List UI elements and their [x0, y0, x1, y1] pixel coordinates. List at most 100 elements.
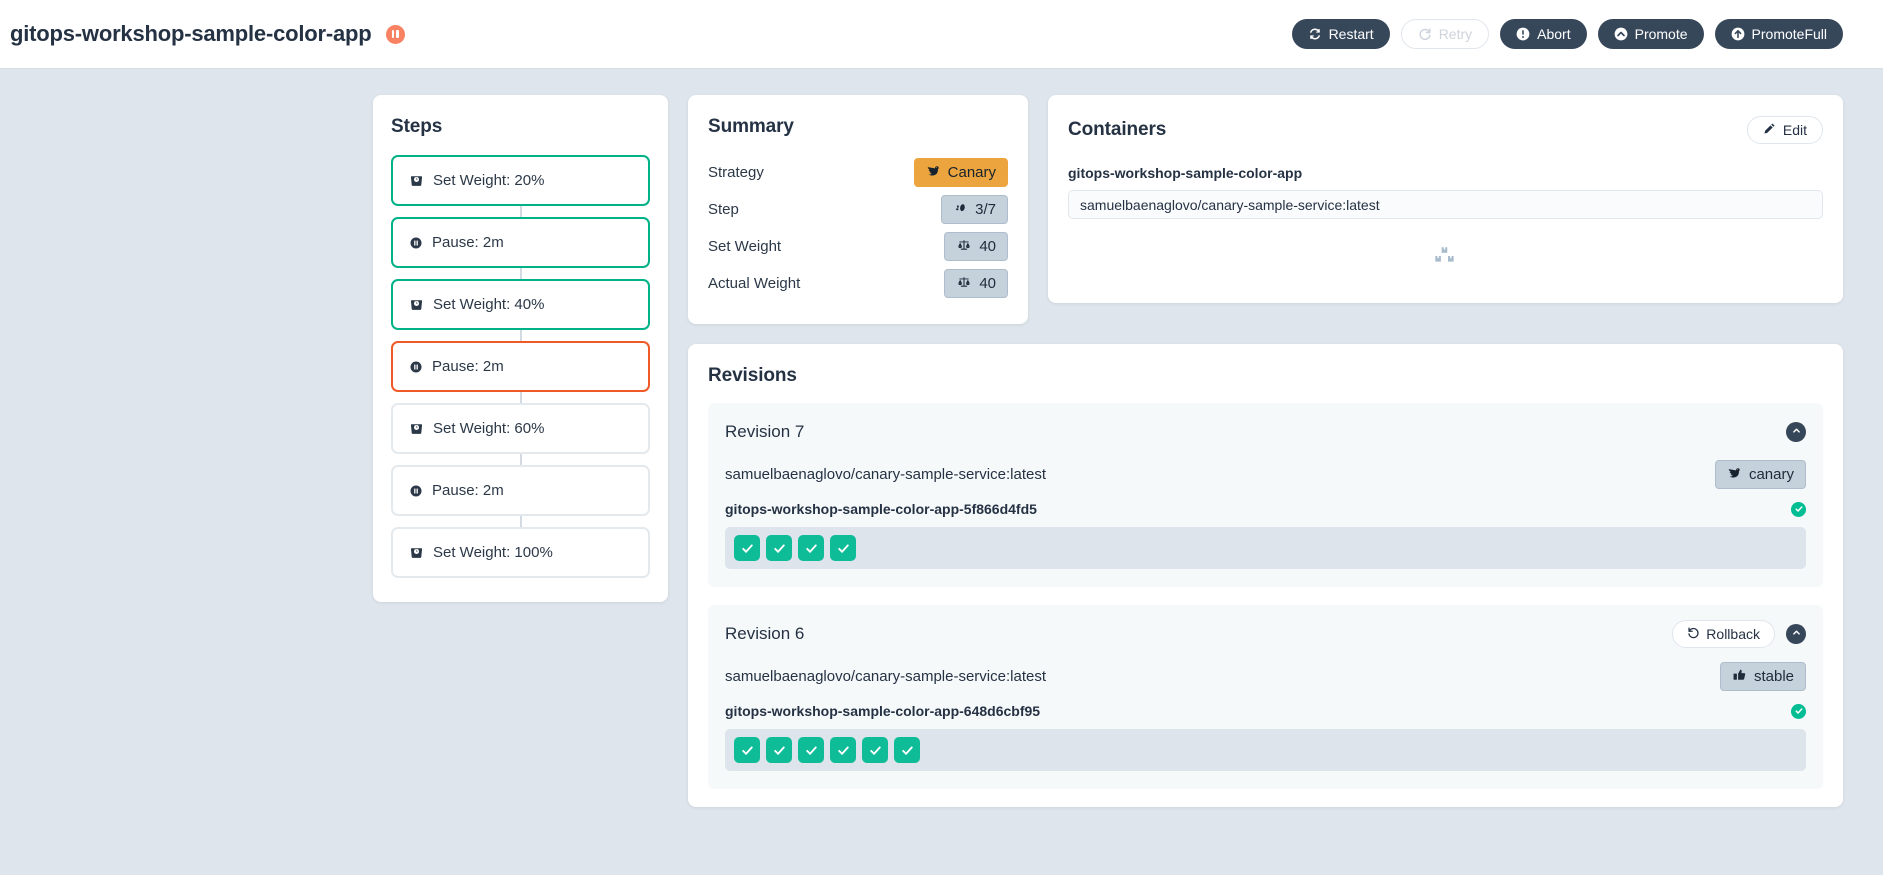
pods-strip	[725, 729, 1806, 771]
revision-title: Revision 6	[725, 624, 805, 643]
revision-header: Revision 7	[725, 417, 1806, 447]
containers-header: Containers Edit	[1068, 116, 1823, 144]
weight-icon	[409, 173, 424, 188]
bird-icon	[1727, 466, 1742, 484]
pod-indicator[interactable]	[734, 535, 760, 561]
rollback-button-label: Rollback	[1706, 626, 1760, 642]
promote-button-label: Promote	[1634, 26, 1688, 42]
revision-status-badge: stable	[1719, 662, 1806, 691]
abort-button[interactable]: Abort	[1500, 19, 1587, 49]
pod-indicator[interactable]	[830, 535, 856, 561]
summary-row: Actual Weight 40	[708, 265, 1008, 302]
check-circle-icon	[1791, 501, 1806, 517]
container-image-input[interactable]	[1068, 190, 1823, 219]
step-box[interactable]: Pause: 2m	[391, 465, 650, 516]
revisions-title: Revisions	[708, 365, 797, 386]
step-label: Pause: 2m	[432, 358, 504, 375]
chevron-up-icon	[1791, 625, 1802, 643]
summary-row-badge: 40	[944, 269, 1008, 298]
abort-button-label: Abort	[1537, 26, 1571, 42]
pod-indicator[interactable]	[830, 737, 856, 763]
summary-row: Set Weight 40	[708, 228, 1008, 265]
undo-icon	[1687, 626, 1700, 642]
summary-row-value: 3/7	[975, 201, 996, 218]
revision-card: Revision 6 Rollback samuelbaenaglovo/canar…	[708, 605, 1823, 789]
pod-indicator[interactable]	[766, 535, 792, 561]
step-box[interactable]: Set Weight: 100%	[391, 527, 650, 578]
replicaset-name: gitops-workshop-sample-color-app-5f866d4…	[725, 501, 1037, 517]
promote-button[interactable]: Promote	[1597, 19, 1704, 49]
step-box[interactable]: Pause: 2m	[391, 341, 650, 392]
step-item: Set Weight: 20%	[391, 155, 650, 206]
pod-indicator[interactable]	[894, 737, 920, 763]
summary-row: Step 3/7	[708, 191, 1008, 228]
revision-status-badge-label: stable	[1753, 668, 1794, 685]
rollback-button[interactable]: Rollback	[1672, 620, 1775, 648]
container-name: gitops-workshop-sample-color-app	[1068, 165, 1303, 181]
summary-row-label: Step	[708, 201, 739, 218]
footsteps-icon	[953, 201, 968, 219]
replicaset-name: gitops-workshop-sample-color-app-648d6cb…	[725, 703, 1041, 719]
summary-row-value: Canary	[947, 164, 996, 181]
containers-title: Containers	[1068, 119, 1167, 140]
pod-indicator[interactable]	[734, 737, 760, 763]
weight-icon	[409, 421, 424, 436]
app-title-text: gitops-workshop-sample-color-app	[10, 21, 372, 46]
step-item: Set Weight: 40%	[391, 279, 650, 330]
revision-image-row: samuelbaenaglovo/canary-sample-service:l…	[725, 662, 1806, 691]
pod-indicator[interactable]	[798, 737, 824, 763]
balance-scale-icon	[956, 238, 972, 256]
revision-card: Revision 7 samuelbaenaglovo/canary-sample…	[708, 403, 1823, 587]
revision-header: Revision 6 Rollback	[725, 619, 1806, 649]
restart-icon	[1308, 27, 1322, 41]
summary-row: Strategy Canary	[708, 154, 1008, 191]
retry-button[interactable]: Retry	[1400, 19, 1490, 49]
pencil-icon	[1763, 122, 1776, 138]
pods-strip	[725, 527, 1806, 569]
replicaset-row: gitops-workshop-sample-color-app-5f866d4…	[725, 501, 1806, 517]
containers-panel: Containers Edit gitops-workshop-sample-c…	[1048, 95, 1843, 303]
step-item: Set Weight: 100%	[391, 527, 650, 578]
edit-containers-button[interactable]: Edit	[1746, 116, 1823, 144]
restart-button[interactable]: Restart	[1291, 19, 1390, 49]
replicaset-row: gitops-workshop-sample-color-app-648d6cb…	[725, 703, 1806, 719]
summary-row-label: Actual Weight	[708, 275, 801, 292]
promote-full-button-label: PromoteFull	[1751, 26, 1827, 42]
pause-icon	[409, 236, 423, 250]
step-connector	[519, 268, 522, 279]
steps-panel: Steps Set Weight: 20% Pause: 2m Set Weight…	[373, 95, 668, 602]
step-item: Pause: 2m	[391, 341, 650, 392]
step-box[interactable]: Set Weight: 40%	[391, 279, 650, 330]
revision-collapse-toggle[interactable]	[1786, 624, 1806, 644]
step-connector	[519, 330, 522, 341]
step-item: Set Weight: 60%	[391, 403, 650, 454]
abort-icon	[1516, 27, 1530, 41]
summary-row-badge: 3/7	[941, 195, 1008, 224]
summary-row-label: Set Weight	[708, 238, 782, 255]
retry-button-label: Retry	[1438, 26, 1473, 42]
summary-row-label: Strategy	[708, 164, 764, 181]
promote-full-button[interactable]: PromoteFull	[1714, 19, 1843, 49]
revision-collapse-toggle[interactable]	[1786, 422, 1806, 442]
app-header: gitops-workshop-sample-color-app Restart…	[0, 0, 1883, 69]
step-box[interactable]: Pause: 2m	[391, 217, 650, 268]
step-label: Set Weight: 100%	[433, 544, 553, 561]
step-box[interactable]: Set Weight: 20%	[391, 155, 650, 206]
balance-scale-icon	[956, 275, 972, 293]
summary-rows: Strategy Canary Step 3/7 Set Weight 40 Actual …	[708, 154, 1008, 302]
step-box[interactable]: Set Weight: 60%	[391, 403, 650, 454]
step-label: Set Weight: 20%	[433, 172, 545, 189]
step-connector	[519, 206, 522, 217]
pod-indicator[interactable]	[862, 737, 888, 763]
pod-indicator[interactable]	[766, 737, 792, 763]
revisions-panel: Revisions Revision 7 samuelbaenaglovo/can…	[688, 344, 1843, 807]
revision-status-badge-label: canary	[1748, 466, 1794, 483]
pause-icon	[409, 360, 423, 374]
summary-row-badge: Canary	[913, 158, 1008, 187]
retry-icon	[1418, 27, 1432, 41]
revision-image-text: samuelbaenaglovo/canary-sample-service:l…	[725, 466, 1046, 483]
pod-indicator[interactable]	[798, 535, 824, 561]
summary-row-badge: 40	[944, 232, 1008, 261]
page-title: gitops-workshop-sample-color-app	[10, 21, 405, 47]
edit-button-label: Edit	[1782, 122, 1807, 138]
